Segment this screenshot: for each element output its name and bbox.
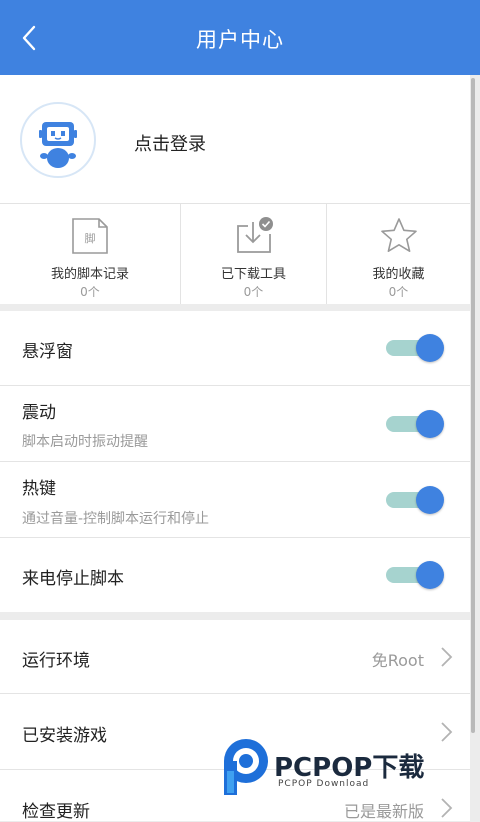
row-title: 检查更新 — [22, 802, 90, 822]
call-stop-script-toggle[interactable] — [386, 561, 444, 589]
stat-downloaded-tools[interactable]: 已下载工具 0个 — [181, 204, 326, 304]
toggle-row-floating-window[interactable]: 悬浮窗 — [0, 311, 470, 386]
stat-script-records[interactable]: 脚 我的脚本记录 0个 — [0, 204, 180, 304]
script-file-icon: 脚 — [72, 218, 108, 254]
svg-text:脚: 脚 — [85, 231, 96, 245]
toggle-knob — [416, 410, 444, 438]
pcpop-watermark: PCPOP下载 PCPOP Download — [218, 733, 468, 803]
profile-section[interactable]: 点击登录 — [0, 75, 470, 203]
hotkey-toggle[interactable] — [386, 486, 444, 514]
toggle-knob — [416, 334, 444, 362]
scrollbar[interactable] — [471, 78, 475, 733]
row-title: 悬浮窗 — [22, 342, 73, 362]
watermark-subtext: PCPOP Download — [278, 779, 370, 789]
app-header: 用户中心 — [0, 0, 480, 75]
vibrate-toggle[interactable] — [386, 410, 444, 438]
row-description: 通过音量-控制脚本运行和停止 — [22, 511, 210, 527]
row-title: 震动 — [22, 403, 56, 423]
stats-bar: 脚 我的脚本记录 0个 已下载工具 0个 我的收藏 0个 — [0, 203, 470, 304]
login-link[interactable]: 点击登录 — [134, 130, 206, 156]
robot-avatar-icon[interactable] — [20, 102, 96, 178]
stat-count: 0个 — [388, 285, 409, 299]
stat-favorites[interactable]: 我的收藏 0个 — [327, 204, 470, 304]
row-title: 热键 — [22, 479, 56, 499]
toggle-row-hotkey[interactable]: 热键 通过音量-控制脚本运行和停止 — [0, 462, 470, 538]
row-title: 运行环境 — [22, 651, 90, 671]
stat-label: 已下载工具 — [220, 267, 286, 282]
settings-row-runtime[interactable]: 运行环境 免Root — [0, 620, 470, 694]
toggle-knob — [416, 486, 444, 514]
row-title: 已安装游戏 — [22, 726, 107, 746]
page-title: 用户中心 — [196, 28, 284, 52]
toggle-knob — [416, 561, 444, 589]
chevron-right-icon — [441, 647, 453, 667]
star-icon — [380, 218, 417, 253]
floating-window-toggle[interactable] — [386, 334, 444, 362]
pcpop-logo-icon — [224, 739, 268, 795]
stat-count: 0个 — [80, 285, 100, 299]
toggle-row-call-stop[interactable]: 来电停止脚本 — [0, 538, 470, 612]
download-tray-icon — [236, 217, 273, 253]
stat-count: 0个 — [243, 285, 264, 299]
stat-label: 我的收藏 — [372, 267, 425, 282]
toggle-row-vibrate[interactable]: 震动 脚本启动时振动提醒 — [0, 386, 470, 462]
stat-label: 我的脚本记录 — [50, 267, 129, 282]
row-value: 免Root — [371, 651, 424, 670]
row-title: 来电停止脚本 — [22, 569, 124, 589]
toggle-settings: 悬浮窗 震动 脚本启动时振动提醒 热键 通过音量-控制脚本运行和停止 来电停止脚… — [0, 311, 470, 612]
row-description: 脚本启动时振动提醒 — [22, 434, 148, 450]
